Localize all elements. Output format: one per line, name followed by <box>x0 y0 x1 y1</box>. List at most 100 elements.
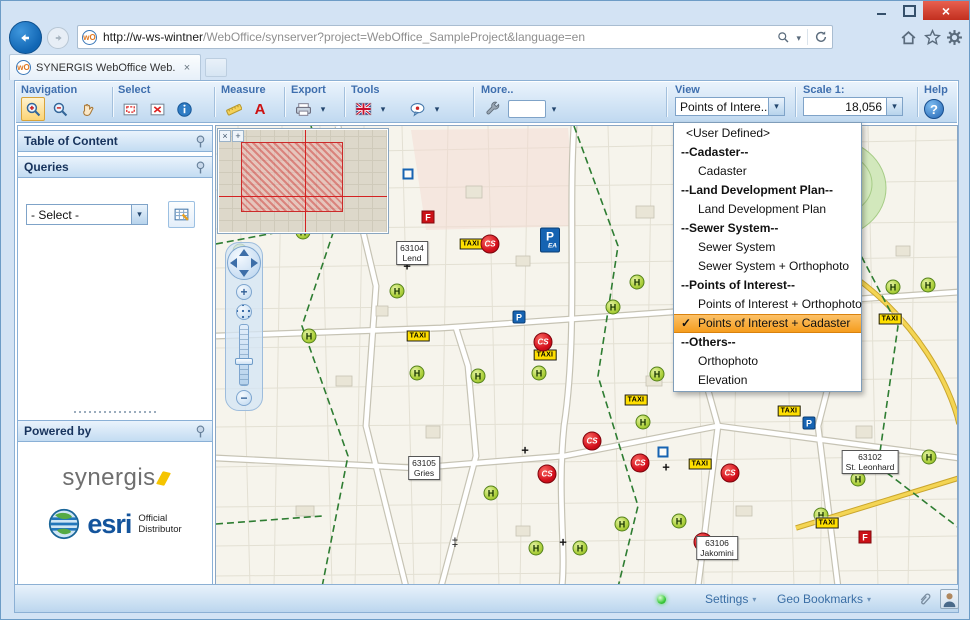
survey-point-marker[interactable]: + <box>559 535 567 550</box>
survey-point-marker[interactable]: + <box>662 460 670 475</box>
hydrant-marker[interactable]: H <box>484 486 499 501</box>
favorites-star-icon[interactable] <box>923 28 941 46</box>
view-menu-item[interactable]: Land Development Plan <box>674 200 861 219</box>
taxi-marker[interactable]: TAXI <box>879 314 902 325</box>
query-select[interactable]: - Select - <box>26 204 148 225</box>
parking-marker[interactable]: P <box>513 311 526 324</box>
overview-map[interactable] <box>217 128 389 234</box>
tab-close-icon[interactable] <box>180 61 194 75</box>
view-menu-item[interactable]: --Sewer System-- <box>674 219 861 238</box>
toc-panel-header[interactable]: Table of Content <box>18 130 212 152</box>
taxi-marker[interactable]: TAXI <box>407 331 430 342</box>
hydrant-marker[interactable]: H <box>650 367 665 382</box>
cs-poi-marker[interactable]: CS <box>538 465 557 484</box>
overview-extent-box[interactable] <box>241 142 343 212</box>
poi-square-marker[interactable] <box>403 169 414 180</box>
hydrant-marker[interactable]: H <box>471 369 486 384</box>
export-dropdown-icon[interactable] <box>318 98 328 120</box>
language-tool[interactable] <box>351 97 375 121</box>
hydrant-marker[interactable]: H <box>410 366 425 381</box>
print-tool[interactable] <box>291 97 315 121</box>
maptip-tool[interactable] <box>405 97 429 121</box>
address-bar[interactable]: wO http://w-ws-wintner/WebOffice/synserv… <box>77 25 833 49</box>
view-menu-item[interactable]: Elevation <box>674 371 861 390</box>
overview-move-icon[interactable] <box>232 130 244 142</box>
cs-poi-marker[interactable]: CS <box>481 235 500 254</box>
hydrant-marker[interactable]: H <box>636 415 651 430</box>
zoom-in-tool[interactable] <box>21 97 45 121</box>
poi-f-marker[interactable]: F <box>859 531 872 544</box>
parking-garage-marker[interactable]: PEA <box>540 228 560 253</box>
pin-icon[interactable] <box>195 161 206 174</box>
back-button[interactable] <box>9 21 42 54</box>
church-marker[interactable]: ‡ <box>452 535 459 549</box>
queries-panel-header[interactable]: Queries <box>18 156 212 178</box>
parking-marker[interactable]: P <box>803 417 816 430</box>
hydrant-marker[interactable]: H <box>630 275 645 290</box>
view-menu-item[interactable]: --Points of Interest-- <box>674 276 861 295</box>
refresh-icon[interactable] <box>814 30 828 44</box>
view-combobox[interactable]: Points of Intere... <box>675 97 785 116</box>
select-rectangle-tool[interactable] <box>118 97 142 121</box>
view-menu-item-selected[interactable]: Points of Interest + Cadaster <box>674 314 861 333</box>
taxi-marker[interactable]: TAXI <box>625 395 648 406</box>
maximize-button[interactable] <box>895 1 923 20</box>
pin-icon[interactable] <box>195 425 206 438</box>
more-tools-button[interactable] <box>481 97 505 121</box>
settings-gear-icon[interactable] <box>945 28 963 46</box>
home-icon[interactable] <box>899 28 917 46</box>
poi-square-marker[interactable] <box>658 447 669 458</box>
scale-combobox-arrow-icon[interactable] <box>886 98 902 115</box>
survey-point-marker[interactable]: + <box>521 443 529 458</box>
identify-tool[interactable] <box>172 97 196 121</box>
hydrant-marker[interactable]: H <box>302 329 317 344</box>
taxi-marker[interactable]: TAXI <box>460 239 483 250</box>
pan-tool[interactable] <box>75 97 99 121</box>
help-button[interactable] <box>924 99 944 119</box>
full-extent-button[interactable] <box>236 304 252 320</box>
maptip-dropdown-icon[interactable] <box>432 98 442 120</box>
search-icon[interactable] <box>777 31 790 44</box>
language-dropdown-icon[interactable] <box>378 98 388 120</box>
pan-right-icon[interactable] <box>251 258 258 268</box>
close-button[interactable] <box>923 1 969 20</box>
more-input-box[interactable] <box>508 100 546 118</box>
view-menu-item[interactable]: --Others-- <box>674 333 861 352</box>
browser-tab[interactable]: wO SYNERGIS WebOffice Web... <box>9 54 201 80</box>
pan-down-icon[interactable] <box>239 270 249 277</box>
clear-selection-tool[interactable] <box>145 97 169 121</box>
zoom-slider[interactable] <box>239 324 249 386</box>
view-menu-item[interactable]: Sewer System + Orthophoto <box>674 257 861 276</box>
hydrant-marker[interactable]: H <box>672 514 687 529</box>
scale-combobox[interactable]: 18,056 <box>803 97 903 116</box>
view-menu-item[interactable]: Orthophoto <box>674 352 861 371</box>
zoom-in-button[interactable] <box>236 284 252 300</box>
overview-close-icon[interactable] <box>219 130 231 142</box>
measure-tool[interactable] <box>221 97 245 121</box>
hydrant-marker[interactable]: H <box>606 300 621 315</box>
view-menu-item[interactable]: --Land Development Plan-- <box>674 181 861 200</box>
panel-resize-handle[interactable] <box>73 407 157 417</box>
cs-poi-marker[interactable]: CS <box>721 464 740 483</box>
hydrant-marker[interactable]: H <box>921 278 936 293</box>
hydrant-marker[interactable]: H <box>573 541 588 556</box>
geo-bookmarks-menu[interactable]: Geo Bookmarks <box>777 592 871 606</box>
hydrant-marker[interactable]: H <box>886 280 901 295</box>
hydrant-marker[interactable]: H <box>532 366 547 381</box>
taxi-marker[interactable]: TAXI <box>778 406 801 417</box>
taxi-marker[interactable]: TAXI <box>816 518 839 529</box>
taxi-marker[interactable]: TAXI <box>689 459 712 470</box>
new-tab-button[interactable] <box>205 58 227 77</box>
hydrant-marker[interactable]: H <box>529 541 544 556</box>
hydrant-marker[interactable]: H <box>615 517 630 532</box>
settings-menu[interactable]: Settings <box>705 592 756 606</box>
user-avatar[interactable] <box>940 589 959 609</box>
cs-poi-marker[interactable]: CS <box>631 454 650 473</box>
zoom-slider-handle[interactable] <box>235 358 253 365</box>
poi-f-marker[interactable]: F <box>422 211 435 224</box>
paperclip-icon[interactable] <box>917 591 932 611</box>
view-menu-item[interactable]: --Cadaster-- <box>674 143 861 162</box>
query-select-arrow-icon[interactable] <box>131 205 147 224</box>
zoom-out-tool[interactable] <box>48 97 72 121</box>
view-menu-item[interactable]: Sewer System <box>674 238 861 257</box>
